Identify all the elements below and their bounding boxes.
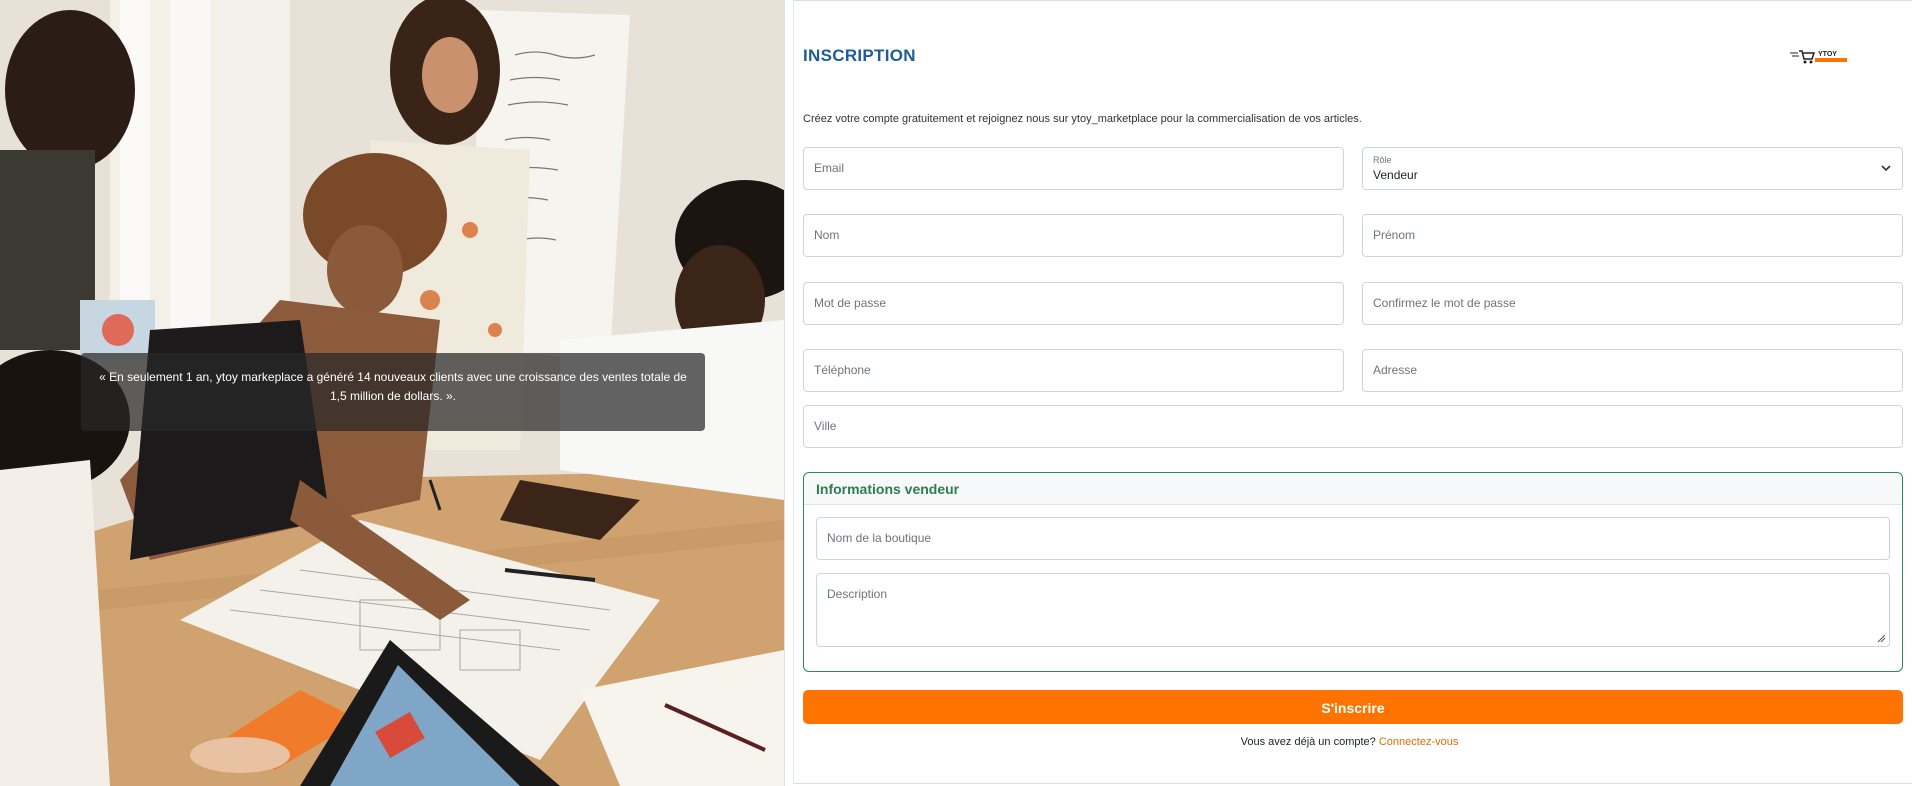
email-field[interactable]: Email [803, 147, 1344, 190]
testimonial-quote: « En seulement 1 an, ytoy markeplace a g… [81, 353, 705, 431]
password-field[interactable]: Mot de passe [803, 282, 1344, 325]
email-placeholder: Email [814, 161, 845, 175]
resize-handle-icon[interactable] [1877, 634, 1886, 643]
adresse-placeholder: Adresse [1373, 363, 1418, 377]
prenom-placeholder: Prénom [1373, 228, 1416, 242]
svg-text:YTOY: YTOY [1818, 51, 1837, 58]
register-button[interactable]: S'inscrire [803, 690, 1903, 724]
shop-name-placeholder: Nom de la boutique [827, 531, 932, 545]
ville-field[interactable]: Ville [803, 405, 1903, 448]
description-placeholder: Description [827, 587, 888, 601]
role-value: Vendeur [1373, 168, 1418, 182]
login-link[interactable]: Connectez-vous [1379, 736, 1459, 748]
role-select[interactable]: Rôle Vendeur [1362, 147, 1903, 190]
page-title: INSCRIPTION [803, 46, 916, 65]
telephone-field[interactable]: Téléphone [803, 349, 1344, 392]
nom-field[interactable]: Nom [803, 214, 1344, 257]
login-prompt: Vous avez déjà un compte? Connectez-vous [0, 736, 1912, 748]
confirm-password-field[interactable]: Confirmez le mot de passe [1362, 282, 1903, 325]
cart-logo-icon: YTOY [1790, 50, 1847, 64]
hero-photo: « En seulement 1 an, ytoy markeplace a g… [0, 0, 785, 786]
ville-placeholder: Ville [814, 419, 837, 433]
have-account-text: Vous avez déjà un compte? [1240, 736, 1376, 748]
vendor-info-section: Informations vendeur Nom de la boutique … [803, 472, 1903, 672]
brand-logo: YTOY [1790, 48, 1850, 71]
role-label: Rôle [1373, 155, 1392, 165]
confirm-password-placeholder: Confirmez le mot de passe [1373, 296, 1516, 310]
intro-text: Créez votre compte gratuitement et rejoi… [803, 113, 1362, 125]
adresse-field[interactable]: Adresse [1362, 349, 1903, 392]
vendor-info-header: Informations vendeur [804, 473, 1902, 505]
password-placeholder: Mot de passe [814, 296, 887, 310]
chevron-down-icon [1881, 165, 1891, 172]
description-textarea[interactable]: Description [816, 573, 1890, 647]
shop-name-field[interactable]: Nom de la boutique [816, 517, 1890, 560]
nom-placeholder: Nom [814, 228, 840, 242]
vendor-info-legend: Informations vendeur [816, 481, 960, 497]
telephone-placeholder: Téléphone [814, 363, 871, 377]
prenom-field[interactable]: Prénom [1362, 214, 1903, 257]
